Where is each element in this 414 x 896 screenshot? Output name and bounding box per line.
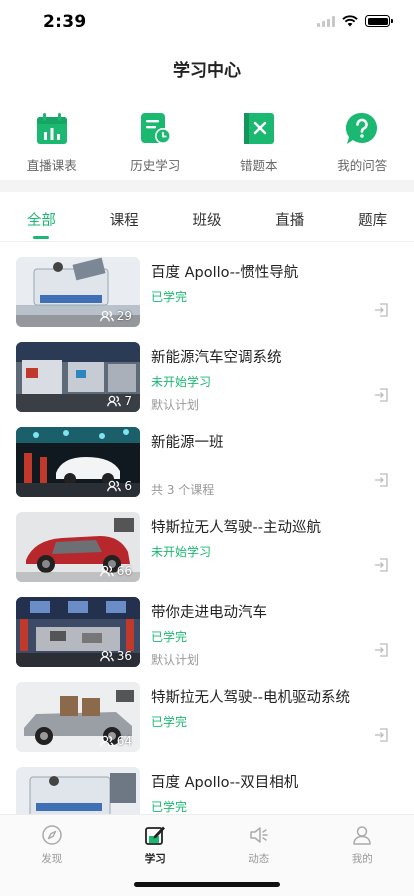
speaker-icon [250, 827, 268, 843]
quick-entry-wrong-book[interactable]: 错题本 [207, 110, 311, 180]
course-status: 已学完 [151, 630, 188, 644]
compass-icon [42, 825, 62, 845]
people-icon [99, 650, 114, 662]
calendar-chart-icon [36, 113, 67, 144]
list-item[interactable]: 6 新能源一班 共 3 个课程 [0, 412, 414, 497]
enter-icon[interactable] [374, 302, 390, 318]
list-item[interactable]: 36 带你走进电动汽车 已学完 默认计划 [0, 582, 414, 667]
tabbar-discover[interactable]: 发现 [0, 815, 104, 896]
wrong-book-icon [243, 113, 274, 144]
people-icon [99, 735, 114, 747]
quick-entry-label: 我的问答 [337, 158, 388, 173]
course-status: 未开始学习 [151, 375, 212, 389]
course-status: 未开始学习 [151, 545, 212, 559]
tab-classes[interactable]: 班级 [166, 192, 249, 241]
question-bubble-icon [346, 112, 378, 144]
study-edit-icon [145, 826, 166, 845]
course-thumbnail [16, 767, 140, 814]
course-title: 特斯拉无人驾驶--电机驱动系统 [151, 690, 350, 706]
course-thumbnail: 36 [16, 597, 140, 667]
learner-count: 64 [99, 734, 132, 748]
people-icon [99, 310, 114, 322]
course-thumbnail: 6 [16, 427, 140, 497]
learner-count: 36 [99, 649, 132, 663]
course-subtext: 默认计划 [151, 398, 200, 412]
enter-icon[interactable] [374, 472, 390, 488]
list-item[interactable]: 7 新能源汽车空调系统 未开始学习 默认计划 [0, 327, 414, 412]
course-title: 新能源一班 [151, 435, 224, 451]
quick-entry-my-questions[interactable]: 我的问答 [311, 110, 414, 180]
learner-count: 7 [107, 394, 132, 408]
filter-tabs: 全部 课程 班级 直播 题库 [0, 192, 414, 242]
list-item[interactable]: 百度 Apollo--双目相机 已学完 [0, 752, 414, 814]
quick-entry-label: 历史学习 [130, 158, 181, 173]
tabbar-label: 学习 [144, 853, 166, 865]
tab-all[interactable]: 全部 [0, 192, 83, 241]
enter-icon[interactable] [374, 387, 390, 403]
list-item[interactable]: 29 百度 Apollo--惯性导航 已学完 [0, 242, 414, 327]
course-thumbnail: 7 [16, 342, 140, 412]
tab-live[interactable]: 直播 [248, 192, 331, 241]
tab-question-bank[interactable]: 题库 [331, 192, 414, 241]
tabbar-label: 我的 [351, 853, 373, 865]
learner-count: 29 [99, 309, 132, 323]
battery-icon [365, 15, 393, 27]
status-icons [317, 15, 393, 27]
course-title: 带你走进电动汽车 [151, 605, 267, 621]
signal-icon [317, 15, 335, 27]
learner-count: 6 [107, 479, 132, 493]
quick-entry-row: 直播课表 历史学习 错题本 我的问答 [0, 110, 414, 180]
course-title: 百度 Apollo--惯性导航 [151, 265, 299, 281]
people-icon [99, 565, 114, 577]
tabbar-label: 发现 [41, 853, 63, 865]
enter-icon[interactable] [374, 557, 390, 573]
course-status: 已学完 [151, 800, 188, 814]
tabbar-profile[interactable]: 我的 [311, 815, 414, 896]
people-icon [107, 395, 122, 407]
course-subtext: 默认计划 [151, 653, 200, 667]
people-icon [107, 480, 122, 492]
tab-courses[interactable]: 课程 [83, 192, 166, 241]
status-bar: 2:39 [0, 0, 414, 46]
enter-icon[interactable] [374, 642, 390, 658]
tabbar-label: 动态 [248, 853, 270, 865]
list-item[interactable]: 66 特斯拉无人驾驶--主动巡航 未开始学习 [0, 497, 414, 582]
quick-entry-label: 直播课表 [26, 158, 77, 173]
course-subtext: 共 3 个课程 [151, 483, 215, 497]
person-icon [353, 826, 371, 845]
section-divider [0, 180, 414, 192]
quick-entry-live-schedule[interactable]: 直播课表 [0, 110, 104, 180]
quick-entry-label: 错题本 [239, 158, 278, 173]
quick-entry-history[interactable]: 历史学习 [104, 110, 208, 180]
course-status: 已学完 [151, 715, 188, 729]
course-title: 新能源汽车空调系统 [151, 350, 282, 366]
course-thumbnail: 66 [16, 512, 140, 582]
enter-icon[interactable] [374, 727, 390, 743]
history-doc-icon [141, 113, 172, 144]
course-thumbnail: 64 [16, 682, 140, 752]
list-item[interactable]: 64 特斯拉无人驾驶--电机驱动系统 已学完 [0, 667, 414, 752]
course-thumbnail: 29 [16, 257, 140, 327]
course-title: 百度 Apollo--双目相机 [151, 775, 299, 791]
page-title: 学习中心 [173, 61, 241, 81]
home-indicator [134, 882, 280, 887]
course-list: 29 百度 Apollo--惯性导航 已学完 7 新能源汽车空调系统 未开始学习… [0, 242, 414, 814]
course-title: 特斯拉无人驾驶--主动巡航 [151, 520, 321, 536]
course-status: 已学完 [151, 290, 188, 304]
wifi-icon [342, 15, 358, 27]
status-time: 2:39 [43, 12, 87, 32]
learner-count: 66 [99, 564, 132, 578]
